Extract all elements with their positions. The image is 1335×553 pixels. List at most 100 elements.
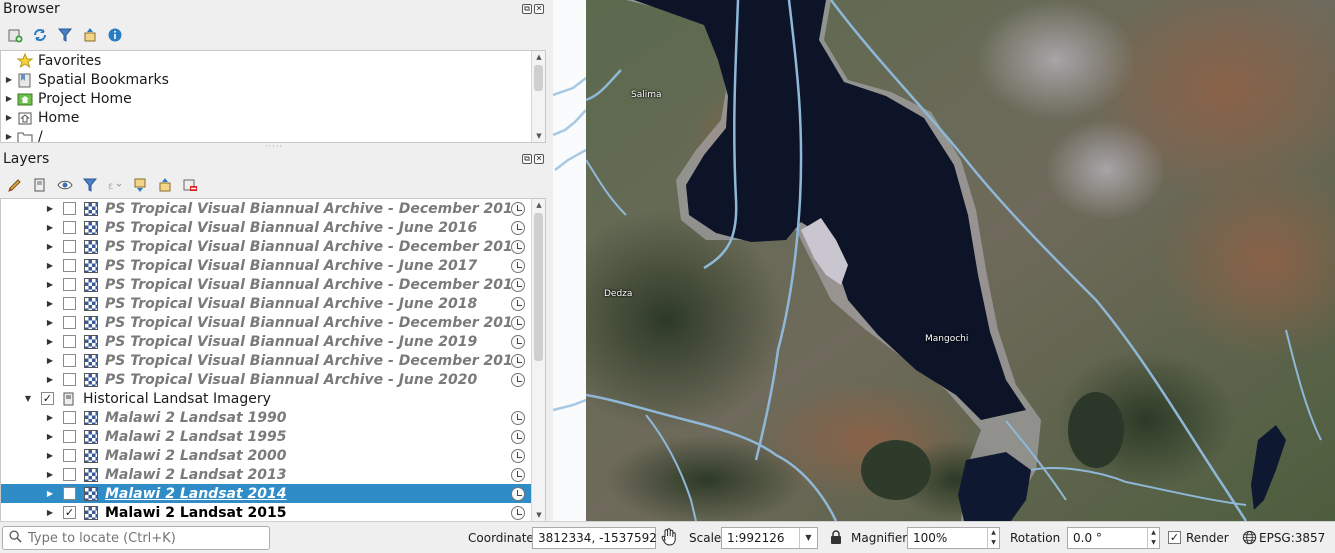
scale-combobox[interactable]: 1:992126 ▼ (721, 527, 818, 549)
layer-row[interactable]: ▶ PS Tropical Visual Biannual Archive - D… (1, 199, 545, 218)
spin-arrows-icon[interactable]: ▲ ▼ (987, 528, 999, 548)
temporal-clock-icon[interactable] (511, 467, 525, 482)
collapse-all-icon[interactable] (155, 175, 175, 195)
expand-arrow-icon[interactable]: ▶ (43, 413, 57, 422)
expand-arrow-icon[interactable]: ▶ (43, 337, 57, 346)
crs-label[interactable]: EPSG:3857 (1259, 531, 1325, 545)
scroll-up-icon[interactable]: ▲ (532, 199, 545, 211)
layer-row[interactable]: ▶ PS Tropical Visual Biannual Archive - D… (1, 237, 545, 256)
temporal-clock-icon[interactable] (511, 505, 525, 520)
expand-arrow-icon[interactable]: ▶ (1, 94, 17, 103)
temporal-clock-icon[interactable] (511, 448, 525, 463)
map-canvas-frame[interactable]: Salima Dedza Mangochi (553, 0, 1335, 521)
filter-legend-icon[interactable] (80, 175, 100, 195)
expression-filter-icon[interactable]: ε (105, 175, 125, 195)
globe-icon[interactable] (1242, 530, 1257, 549)
collapse-arrow-icon[interactable]: ▼ (21, 394, 35, 403)
layer-row[interactable]: ▼ ✓ Historical Landsat Imagery (1, 389, 545, 408)
layer-visibility-checkbox[interactable]: ✓ (41, 392, 54, 405)
browser-item-spatial-bookmarks[interactable]: ▶ Spatial Bookmarks (1, 70, 545, 89)
expand-arrow-icon[interactable]: ▶ (43, 261, 57, 270)
expand-arrow-icon[interactable]: ▶ (43, 318, 57, 327)
expand-arrow-icon[interactable]: ▶ (43, 280, 57, 289)
expand-arrow-icon[interactable]: ▶ (1, 113, 17, 122)
layer-row[interactable]: ▶ Malawi 2 Landsat 1990 (1, 408, 545, 427)
layer-visibility-checkbox[interactable] (63, 221, 76, 234)
layer-visibility-checkbox[interactable] (63, 468, 76, 481)
layer-visibility-checkbox[interactable] (63, 202, 76, 215)
scroll-down-icon[interactable]: ▼ (532, 509, 545, 521)
close-icon[interactable]: ✕ (534, 154, 544, 164)
scroll-thumb[interactable] (534, 65, 543, 91)
expand-arrow-icon[interactable]: ▶ (43, 356, 57, 365)
layer-row[interactable]: ▶ PS Tropical Visual Biannual Archive - J… (1, 294, 545, 313)
expand-arrow-icon[interactable]: ▶ (43, 299, 57, 308)
layer-row[interactable]: ▶ Malawi 2 Landsat 2000 (1, 446, 545, 465)
layer-row[interactable]: ▶ PS Tropical Visual Biannual Archive - D… (1, 313, 545, 332)
layer-row[interactable]: ▶ PS Tropical Visual Biannual Archive - J… (1, 256, 545, 275)
close-icon[interactable]: ✕ (534, 4, 544, 14)
temporal-clock-icon[interactable] (511, 315, 525, 330)
magnifier-spinbox[interactable]: 100% ▲ ▼ (907, 527, 1000, 549)
splitter-handle[interactable]: ····· (264, 143, 284, 151)
rotation-spinbox[interactable]: 0.0 ° ▲ ▼ (1067, 527, 1160, 549)
expand-arrow-icon[interactable]: ▶ (1, 75, 17, 84)
scroll-down-icon[interactable]: ▼ (532, 130, 545, 142)
temporal-clock-icon[interactable] (511, 334, 525, 349)
locator-input[interactable] (28, 530, 258, 546)
layer-visibility-checkbox[interactable]: ✓ (63, 506, 76, 519)
layer-row[interactable]: ▶ PS Tropical Visual Biannual Archive - J… (1, 332, 545, 351)
expand-all-icon[interactable] (130, 175, 150, 195)
layer-row[interactable]: ▶ Malawi 2 Landsat 2014 (1, 484, 545, 503)
temporal-clock-icon[interactable] (511, 410, 525, 425)
layer-visibility-checkbox[interactable] (63, 354, 76, 367)
undock-icon[interactable]: ⧉ (522, 4, 532, 14)
browser-item-root[interactable]: ▶ / (1, 127, 545, 142)
temporal-clock-icon[interactable] (511, 486, 525, 501)
layer-visibility-checkbox[interactable] (63, 240, 76, 253)
expand-arrow-icon[interactable]: ▶ (43, 223, 57, 232)
expand-arrow-icon[interactable]: ▶ (43, 204, 57, 213)
layer-visibility-checkbox[interactable] (63, 411, 76, 424)
layer-row[interactable]: ▶ Malawi 2 Landsat 2013 (1, 465, 545, 484)
browser-item-favorites[interactable]: Favorites (1, 51, 545, 70)
add-group-icon[interactable] (30, 175, 50, 195)
temporal-clock-icon[interactable] (511, 201, 525, 216)
refresh-icon[interactable] (30, 25, 50, 45)
coordinate-field[interactable]: 3812334, -1537592 (532, 527, 657, 549)
mouse-pointer-icon[interactable] (661, 528, 677, 550)
style-brush-icon[interactable] (5, 175, 25, 195)
expand-arrow-icon[interactable]: ▶ (43, 242, 57, 251)
temporal-clock-icon[interactable] (511, 258, 525, 273)
layer-visibility-checkbox[interactable] (63, 373, 76, 386)
temporal-clock-icon[interactable] (511, 353, 525, 368)
layers-scrollbar[interactable]: ▲ ▼ (531, 199, 545, 521)
temporal-clock-icon[interactable] (511, 296, 525, 311)
layer-visibility-checkbox[interactable] (63, 259, 76, 272)
satellite-map[interactable]: Salima Dedza Mangochi (586, 0, 1335, 521)
layer-row[interactable]: ▶ PS Tropical Visual Biannual Archive - D… (1, 275, 545, 294)
collapse-all-icon[interactable] (80, 25, 100, 45)
layer-visibility-checkbox[interactable] (63, 316, 76, 329)
layer-visibility-checkbox[interactable] (63, 449, 76, 462)
expand-arrow-icon[interactable]: ▶ (43, 451, 57, 460)
layer-row[interactable]: ▶ PS Tropical Visual Biannual Archive - J… (1, 218, 545, 237)
temporal-clock-icon[interactable] (511, 372, 525, 387)
temporal-clock-icon[interactable] (511, 429, 525, 444)
chevron-down-icon[interactable]: ▼ (799, 528, 817, 548)
spin-arrows-icon[interactable]: ▲ ▼ (1147, 528, 1159, 548)
layer-row[interactable]: ▶ PS Tropical Visual Biannual Archive - J… (1, 370, 545, 389)
browser-item-project-home[interactable]: ▶ Project Home (1, 89, 545, 108)
expand-arrow-icon[interactable]: ▶ (43, 470, 57, 479)
layer-row[interactable]: ▶ PS Tropical Visual Biannual Archive - D… (1, 351, 545, 370)
visibility-eye-icon[interactable] (55, 175, 75, 195)
scroll-up-icon[interactable]: ▲ (532, 51, 545, 63)
layer-row[interactable]: ▶ Malawi 2 Landsat 1995 (1, 427, 545, 446)
expand-arrow-icon[interactable]: ▶ (43, 432, 57, 441)
undock-icon[interactable]: ⧉ (522, 154, 532, 164)
layer-visibility-checkbox[interactable] (63, 335, 76, 348)
remove-layer-icon[interactable] (180, 175, 200, 195)
filter-icon[interactable] (55, 25, 75, 45)
render-checkbox[interactable]: ✓ (1168, 531, 1181, 544)
scroll-thumb[interactable] (534, 213, 543, 361)
